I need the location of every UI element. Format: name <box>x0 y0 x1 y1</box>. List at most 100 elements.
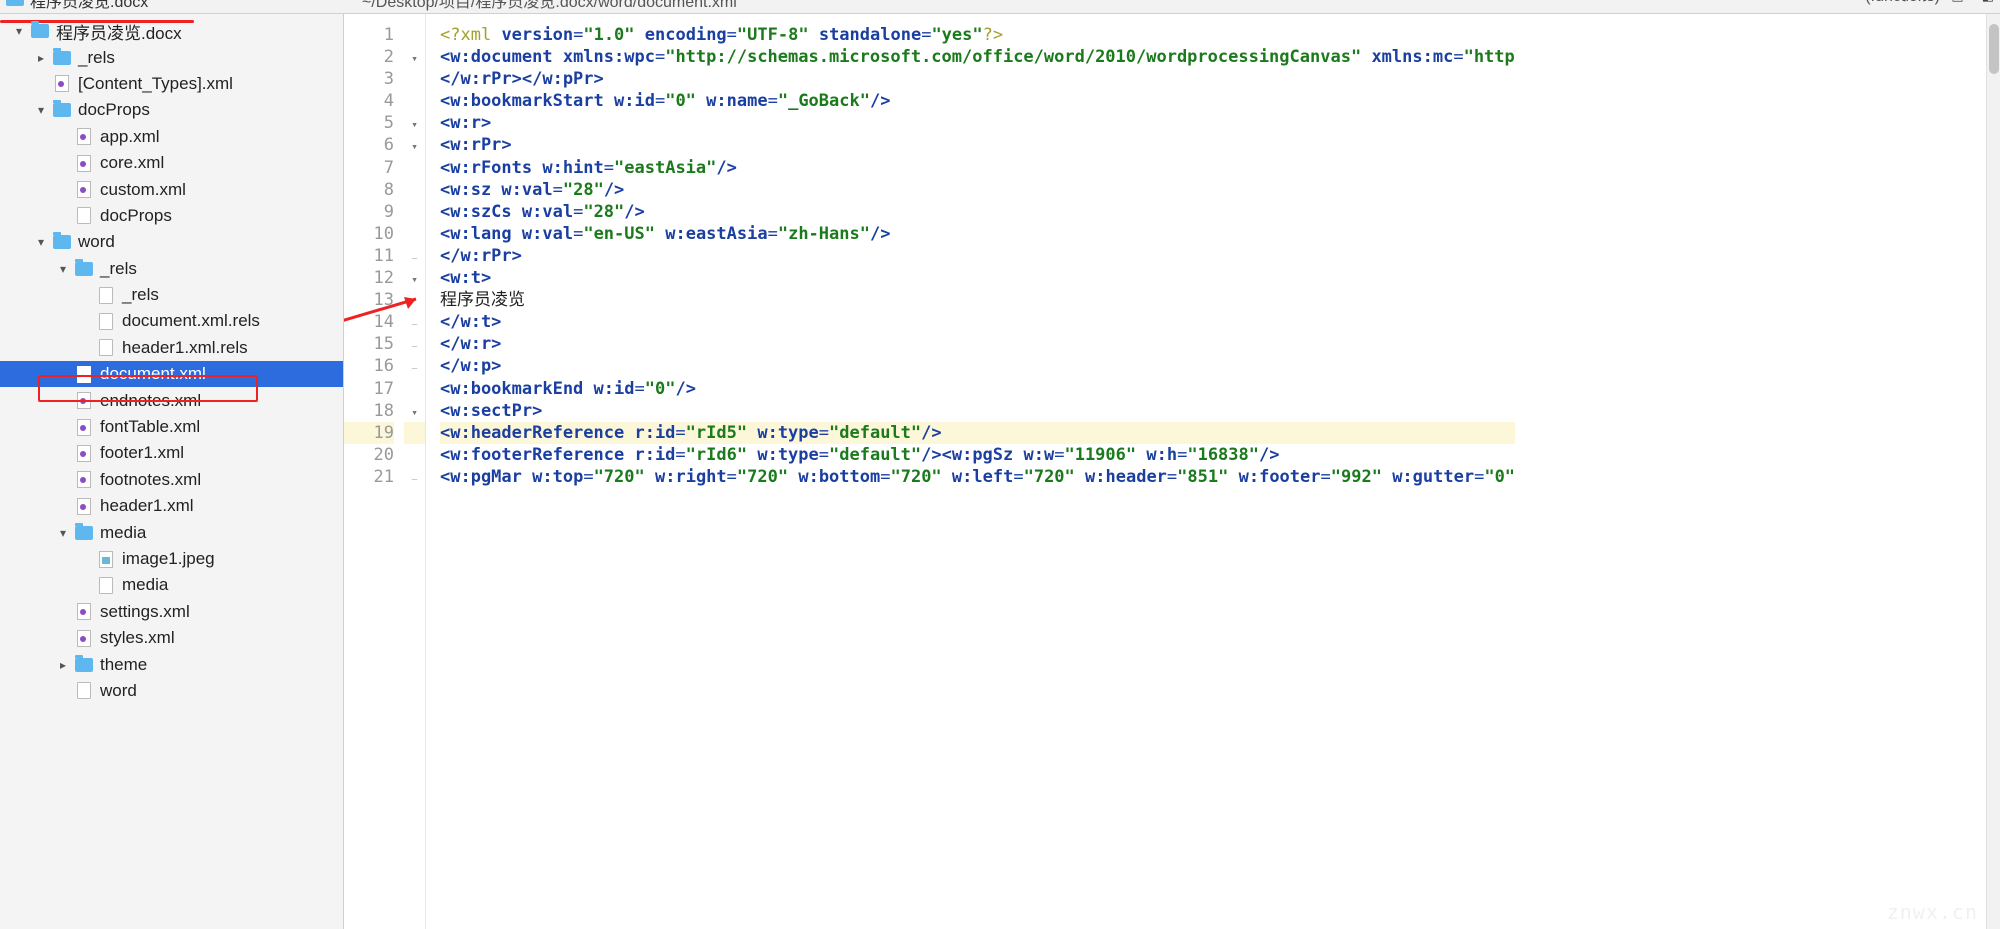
chevron-right-icon[interactable]: ▸ <box>34 51 48 65</box>
tree-file[interactable]: ▸settings.xml <box>0 599 343 625</box>
code-line[interactable]: </w:rPr> <box>440 245 1515 267</box>
fold-marker[interactable] <box>404 112 425 134</box>
fold-marker[interactable] <box>404 134 425 156</box>
tree-item-label: _rels <box>78 48 115 68</box>
tree-item-label: docProps <box>78 100 150 120</box>
tree-file[interactable]: ▸custom.xml <box>0 176 343 202</box>
code-line[interactable]: </w:rPr></w:pPr> <box>440 68 1515 90</box>
tree-file[interactable]: ▸app.xml <box>0 124 343 150</box>
xml-file-icon <box>74 470 94 490</box>
tree-file[interactable]: ▸document.xml.rels <box>0 308 343 334</box>
code-line[interactable]: </w:t> <box>440 311 1515 333</box>
tree-item-label: image1.jpeg <box>122 549 215 569</box>
arrow-right-icon[interactable]: ▶ <box>1923 0 1933 4</box>
window-split-icon[interactable]: ▣ <box>1951 0 1963 4</box>
fold-marker <box>404 378 425 400</box>
file-icon <box>96 311 116 331</box>
line-number: 18 <box>344 400 394 422</box>
tree-item-label: custom.xml <box>100 180 186 200</box>
tree-file[interactable]: ▸_rels <box>0 282 343 308</box>
code-line[interactable]: <w:szCs w:val="28"/> <box>440 201 1515 223</box>
chevron-down-icon[interactable]: ▾ <box>12 24 26 38</box>
code-line[interactable]: <?xml version="1.0" encoding="UTF-8" sta… <box>440 24 1515 46</box>
code-line[interactable]: <w:lang w:val="en-US" w:eastAsia="zh-Han… <box>440 223 1515 245</box>
folder-icon <box>6 0 24 10</box>
code-line[interactable]: <w:t> <box>440 267 1515 289</box>
tree-folder[interactable]: ▸ _rels <box>0 44 343 70</box>
tree-file[interactable]: ▸header1.xml <box>0 493 343 519</box>
chevron-right-icon[interactable]: ▸ <box>56 658 70 672</box>
tree-item-label: _rels <box>100 259 137 279</box>
fold-marker <box>404 90 425 112</box>
arrow-left-icon[interactable]: ◀ <box>1895 0 1905 4</box>
chevron-down-icon[interactable]: ▾ <box>56 262 70 276</box>
vertical-scrollbar[interactable] <box>1986 14 2000 929</box>
fold-gutter[interactable] <box>404 14 426 929</box>
code-line[interactable]: <w:footerReference r:id="rId6" w:type="d… <box>440 444 1515 466</box>
window-controls: ◀ ▶ ▣ ◧ <box>1895 0 1994 4</box>
tree-item-label: document.xml <box>100 364 206 384</box>
tree-file[interactable]: ▸word <box>0 678 343 704</box>
code-line[interactable]: <w:document xmlns:wpc="http://schemas.mi… <box>440 46 1515 68</box>
tree-file[interactable]: ▸header1.xml.rels <box>0 335 343 361</box>
sidebar-tab[interactable]: 程序员凌览.docx <box>6 0 148 12</box>
code-line[interactable]: <w:sectPr> <box>440 400 1515 422</box>
tree-folder[interactable]: ▸theme <box>0 651 343 677</box>
tree-folder[interactable]: ▾word <box>0 229 343 255</box>
line-number: 4 <box>344 90 394 112</box>
code-line[interactable]: 程序员凌览 <box>440 289 1515 311</box>
tree-file[interactable]: ▸core.xml <box>0 150 343 176</box>
editor-tab[interactable]: ~/Desktop/项目/程序员凌览.docx/word/document.xm… <box>362 0 737 12</box>
xml-file-icon <box>74 628 94 648</box>
code-line[interactable]: <w:sz w:val="28"/> <box>440 179 1515 201</box>
code-line[interactable]: <w:headerReference r:id="rId5" w:type="d… <box>440 422 1515 444</box>
line-number: 17 <box>344 378 394 400</box>
chevron-down-icon[interactable]: ▾ <box>56 526 70 540</box>
tree-file[interactable]: ▸[Content_Types].xml <box>0 71 343 97</box>
line-number: 15 <box>344 333 394 355</box>
window-expand-icon[interactable]: ◧ <box>1982 0 1994 4</box>
code-line[interactable]: <w:bookmarkEnd w:id="0"/> <box>440 378 1515 400</box>
tree-item-label: word <box>100 681 137 701</box>
chevron-down-icon[interactable]: ▾ <box>34 235 48 249</box>
code-line[interactable]: </w:r> <box>440 333 1515 355</box>
tree-file[interactable]: ▸styles.xml <box>0 625 343 651</box>
folder-icon <box>52 48 72 68</box>
fold-marker[interactable] <box>404 46 425 68</box>
code-line[interactable]: <w:pgMar w:top="720" w:right="720" w:bot… <box>440 466 1515 488</box>
code-line[interactable]: </w:p> <box>440 355 1515 377</box>
tree-item-label: media <box>122 575 168 595</box>
tree-file[interactable]: ▸image1.jpeg <box>0 546 343 572</box>
fold-marker[interactable] <box>404 267 425 289</box>
code-line[interactable]: <w:r> <box>440 112 1515 134</box>
line-number: 3 <box>344 68 394 90</box>
folder-icon <box>74 523 94 543</box>
code-line[interactable]: <w:bookmarkStart w:id="0" w:name="_GoBac… <box>440 90 1515 112</box>
scrollbar-thumb[interactable] <box>1989 24 1999 74</box>
tree-file[interactable]: ▸docProps <box>0 203 343 229</box>
fold-marker <box>404 223 425 245</box>
folder-icon <box>30 21 50 41</box>
line-number: 7 <box>344 157 394 179</box>
code-line[interactable]: <w:rFonts w:hint="eastAsia"/> <box>440 157 1515 179</box>
chevron-down-icon[interactable]: ▾ <box>34 103 48 117</box>
tree-folder[interactable]: ▾media <box>0 519 343 545</box>
tree-file[interactable]: ▸footer1.xml <box>0 440 343 466</box>
tree-file[interactable]: ▸footnotes.xml <box>0 467 343 493</box>
tree-folder[interactable]: ▾ docProps <box>0 97 343 123</box>
xml-file-icon <box>74 391 94 411</box>
tree-file[interactable]: ▸endnotes.xml <box>0 387 343 413</box>
code-line[interactable]: <w:rPr> <box>440 134 1515 156</box>
fold-marker <box>404 333 425 355</box>
code-editor[interactable]: 123456789101112131415161718192021 <?xml … <box>344 14 2000 929</box>
tree-file[interactable]: ▸document.xml <box>0 361 343 387</box>
file-icon <box>96 338 116 358</box>
tree-folder[interactable]: ▾ _rels <box>0 256 343 282</box>
line-number: 19 <box>344 422 394 444</box>
xml-file-icon <box>74 496 94 516</box>
tree-file[interactable]: ▸media <box>0 572 343 598</box>
fold-marker[interactable] <box>404 400 425 422</box>
tree-file[interactable]: ▸fontTable.xml <box>0 414 343 440</box>
file-tree-sidebar[interactable]: ▾程序员凌览.docx▸_rels▸[Content_Types].xml▾do… <box>0 14 344 929</box>
code-area[interactable]: <?xml version="1.0" encoding="UTF-8" sta… <box>426 14 1515 929</box>
